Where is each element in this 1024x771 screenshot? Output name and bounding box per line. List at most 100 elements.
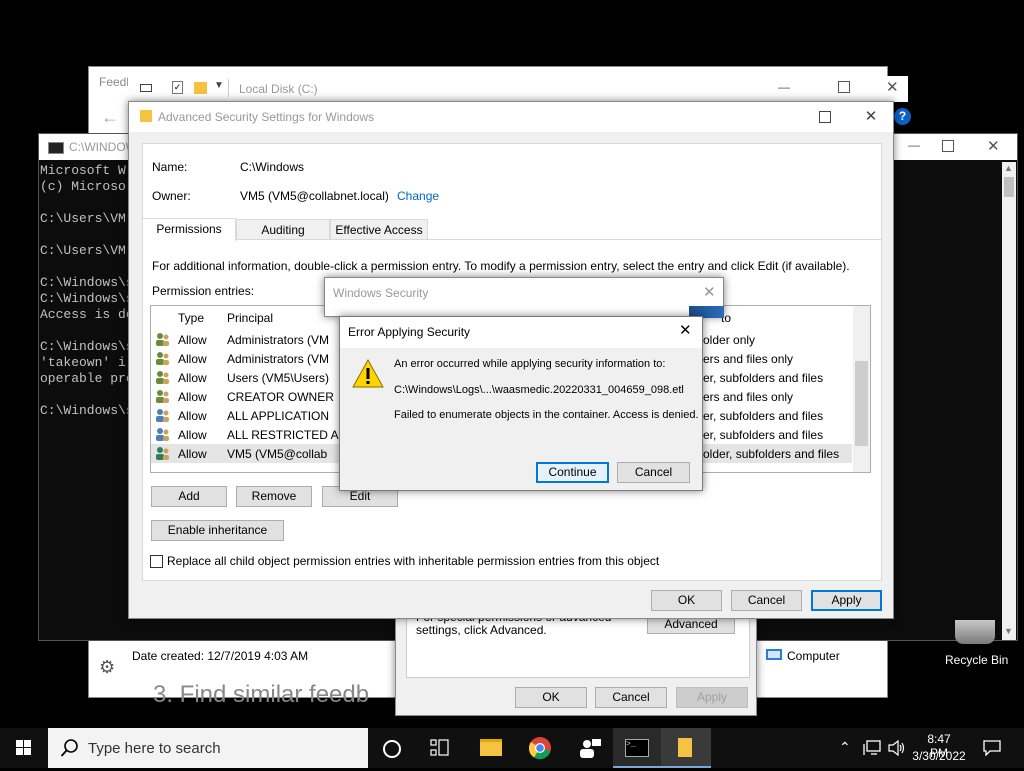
cmd-scrollbar[interactable]: ▲ ▼ — [1002, 162, 1016, 640]
col-type-header[interactable]: Type — [178, 311, 204, 325]
scroll-down-arrow-icon[interactable]: ▼ — [1004, 626, 1013, 636]
close-icon[interactable]: ✕ — [886, 78, 899, 96]
cmd-close-icon[interactable]: ✕ — [987, 137, 1000, 155]
permission-applies-to[interactable]: ers and files only — [703, 352, 793, 366]
permission-type[interactable]: Allow — [178, 371, 207, 385]
continue-button[interactable]: Continue — [536, 462, 609, 483]
remove-button[interactable]: Remove — [236, 486, 312, 507]
explorer-title: Local Disk (C:) — [239, 82, 318, 96]
adv-titlebar: Advanced Security Settings for Windows ✕ — [129, 102, 893, 132]
tab-auditing[interactable]: Auditing — [236, 219, 330, 240]
computer-icon — [766, 649, 782, 660]
principal-user-icon — [155, 408, 170, 422]
folder-icon — [194, 82, 207, 94]
replace-permissions-checkbox[interactable] — [150, 555, 163, 568]
warning-icon — [352, 358, 384, 390]
tab-permissions[interactable]: Permissions — [142, 218, 236, 241]
recycle-bin-label[interactable]: Recycle Bin — [945, 653, 1008, 667]
permission-principal[interactable]: Administrators (VM — [227, 352, 329, 366]
winsec-close-icon[interactable]: ✕ — [703, 283, 716, 301]
error-cancel-button[interactable]: Cancel — [617, 462, 690, 483]
settings-gear-icon[interactable]: ⚙ — [99, 657, 115, 678]
users-taskbar-icon[interactable] — [578, 737, 602, 762]
props-apply-button[interactable]: Apply — [676, 687, 748, 708]
dropdown-arrow-icon[interactable]: ▼ — [214, 80, 224, 91]
show-hidden-icons-chevron-icon[interactable]: ⌃ — [839, 739, 851, 756]
explorer-taskbar-button[interactable] — [661, 728, 711, 768]
permission-applies-to[interactable]: er, subfolders and files — [703, 371, 823, 385]
adv-maximize-icon[interactable] — [810, 106, 840, 128]
search-placeholder: Type here to search — [88, 740, 221, 757]
file-explorer-taskbar-icon[interactable] — [480, 739, 502, 756]
change-owner-link[interactable]: Change — [397, 189, 439, 203]
cmd-minimize-icon[interactable]: — — [908, 138, 920, 152]
permission-type[interactable]: Allow — [178, 352, 207, 366]
permission-applies-to[interactable]: older, subfolders and files — [703, 447, 839, 461]
adv-ok-button[interactable]: OK — [651, 590, 722, 611]
cmd-line: C:\Windows\s — [40, 339, 134, 354]
list-scrollbar-thumb[interactable] — [855, 361, 868, 446]
windows-security-dialog: Windows Security ✕ — [324, 277, 724, 317]
props-ok-button[interactable]: OK — [515, 687, 587, 708]
adv-close-icon[interactable]: ✕ — [856, 106, 886, 128]
replace-permissions-label[interactable]: Replace all child object permission entr… — [167, 554, 659, 568]
chrome-taskbar-icon[interactable] — [528, 736, 552, 763]
cmd-taskbar-button[interactable]: >_ — [613, 728, 661, 768]
permission-principal[interactable]: Users (VM5\Users) — [227, 371, 329, 385]
minimize-icon[interactable]: — — [778, 80, 790, 94]
adv-cancel-button[interactable]: Cancel — [731, 590, 802, 611]
permission-applies-to[interactable]: ers and files only — [703, 390, 793, 404]
adv-apply-button[interactable]: Apply — [811, 590, 882, 611]
add-button[interactable]: Add — [151, 486, 227, 507]
winsec-title: Windows Security — [333, 286, 429, 300]
tab-effective-access[interactable]: Effective Access — [330, 219, 428, 240]
permission-principal[interactable]: Administrators (VM — [227, 333, 329, 347]
list-scrollbar[interactable] — [853, 306, 870, 472]
cmd-line: Access is de — [40, 307, 134, 322]
props-cancel-button[interactable]: Cancel — [595, 687, 667, 708]
permission-principal[interactable]: VM5 (VM5@collab — [227, 447, 327, 461]
principal-user-icon — [155, 351, 170, 365]
col-principal-header[interactable]: Principal — [227, 311, 273, 325]
permission-type[interactable]: Allow — [178, 447, 207, 461]
permission-type[interactable]: Allow — [178, 428, 207, 442]
permission-applies-to[interactable]: er, subfolders and files — [703, 409, 823, 423]
enable-inheritance-button[interactable]: Enable inheritance — [151, 520, 284, 541]
permission-applies-to[interactable]: er, subfolders and files — [703, 428, 823, 442]
permission-type[interactable]: Allow — [178, 333, 207, 347]
task-view-icon[interactable] — [430, 739, 450, 760]
error-close-icon[interactable]: ✕ — [679, 321, 692, 339]
permission-principal[interactable]: CREATOR OWNER — [227, 390, 334, 404]
taskbar: Type here to search >_ ⌃ 8:47 PM 3/30/20… — [0, 728, 1024, 768]
permission-applies-to[interactable]: older only — [703, 333, 755, 347]
error-title: Error Applying Security — [348, 325, 471, 339]
principal-user-icon — [155, 370, 170, 384]
permission-type[interactable]: Allow — [178, 390, 207, 404]
scrollbar-thumb[interactable] — [1004, 177, 1014, 197]
cmd-line: Microsoft W — [40, 163, 126, 178]
help-icon[interactable]: ? — [894, 108, 911, 125]
cmd-maximize-icon[interactable] — [942, 140, 954, 152]
volume-icon[interactable] — [888, 739, 906, 759]
error-dialog: Error Applying Security ✕ An error occur… — [339, 316, 703, 491]
clock-date[interactable]: 3/30/2022 — [911, 749, 967, 763]
start-button[interactable] — [0, 728, 48, 768]
maximize-icon[interactable] — [838, 81, 850, 93]
notifications-icon[interactable] — [983, 740, 1001, 759]
cmd-line: C:\Windows\s — [40, 291, 134, 306]
scroll-up-arrow-icon[interactable]: ▲ — [1004, 163, 1013, 173]
principal-user-icon — [155, 446, 170, 460]
principal-user-icon — [155, 389, 170, 403]
network-icon[interactable] — [863, 740, 881, 759]
recycle-bin-icon[interactable] — [955, 620, 995, 644]
cmd-line: C:\Windows\s — [40, 275, 134, 290]
permission-principal[interactable]: ALL RESTRICTED A — [227, 428, 339, 442]
back-arrow-icon[interactable]: ← — [101, 107, 119, 128]
checklist-icon: ✓ — [172, 81, 183, 94]
taskbar-search-box[interactable]: Type here to search — [48, 728, 368, 768]
cortana-icon[interactable] — [383, 740, 401, 758]
permission-principal[interactable]: ALL APPLICATION — [227, 409, 329, 423]
name-label: Name: — [152, 160, 188, 174]
permission-type[interactable]: Allow — [178, 409, 207, 423]
cmd-line: operable pro — [40, 371, 134, 386]
